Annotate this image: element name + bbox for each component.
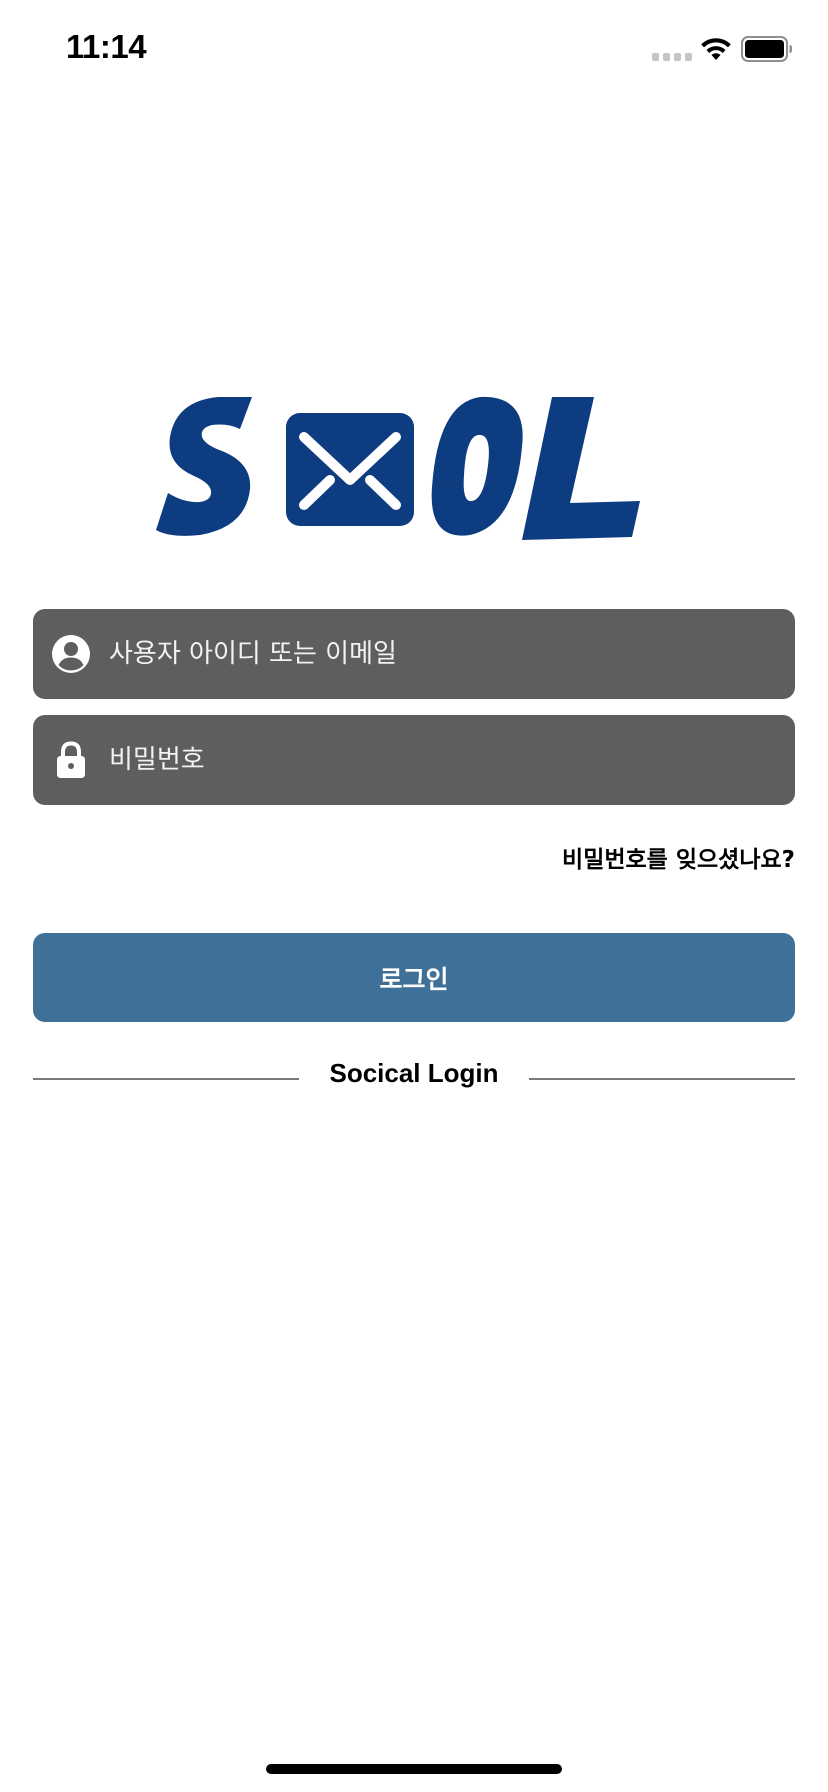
home-indicator[interactable] xyxy=(266,1764,562,1774)
password-field[interactable] xyxy=(33,715,795,805)
login-button[interactable]: 로그인 xyxy=(33,933,795,1022)
social-login-title: Socical Login xyxy=(329,1058,499,1088)
forgot-password-link[interactable]: 비밀번호를 잊으셨나요? xyxy=(562,840,795,874)
divider-right xyxy=(529,1078,795,1080)
divider-left xyxy=(33,1078,299,1080)
lock-icon xyxy=(57,741,85,778)
user-circle-icon xyxy=(52,635,90,673)
battery-icon xyxy=(741,36,792,62)
smol-logo xyxy=(156,396,640,540)
username-input[interactable] xyxy=(109,609,769,699)
status-time: 11:14 xyxy=(66,28,147,65)
wifi-icon xyxy=(701,38,731,60)
signal-dots-icon xyxy=(652,53,692,61)
password-input[interactable] xyxy=(109,715,769,805)
status-bar: 11:14 xyxy=(0,0,828,100)
username-field[interactable] xyxy=(33,609,795,699)
